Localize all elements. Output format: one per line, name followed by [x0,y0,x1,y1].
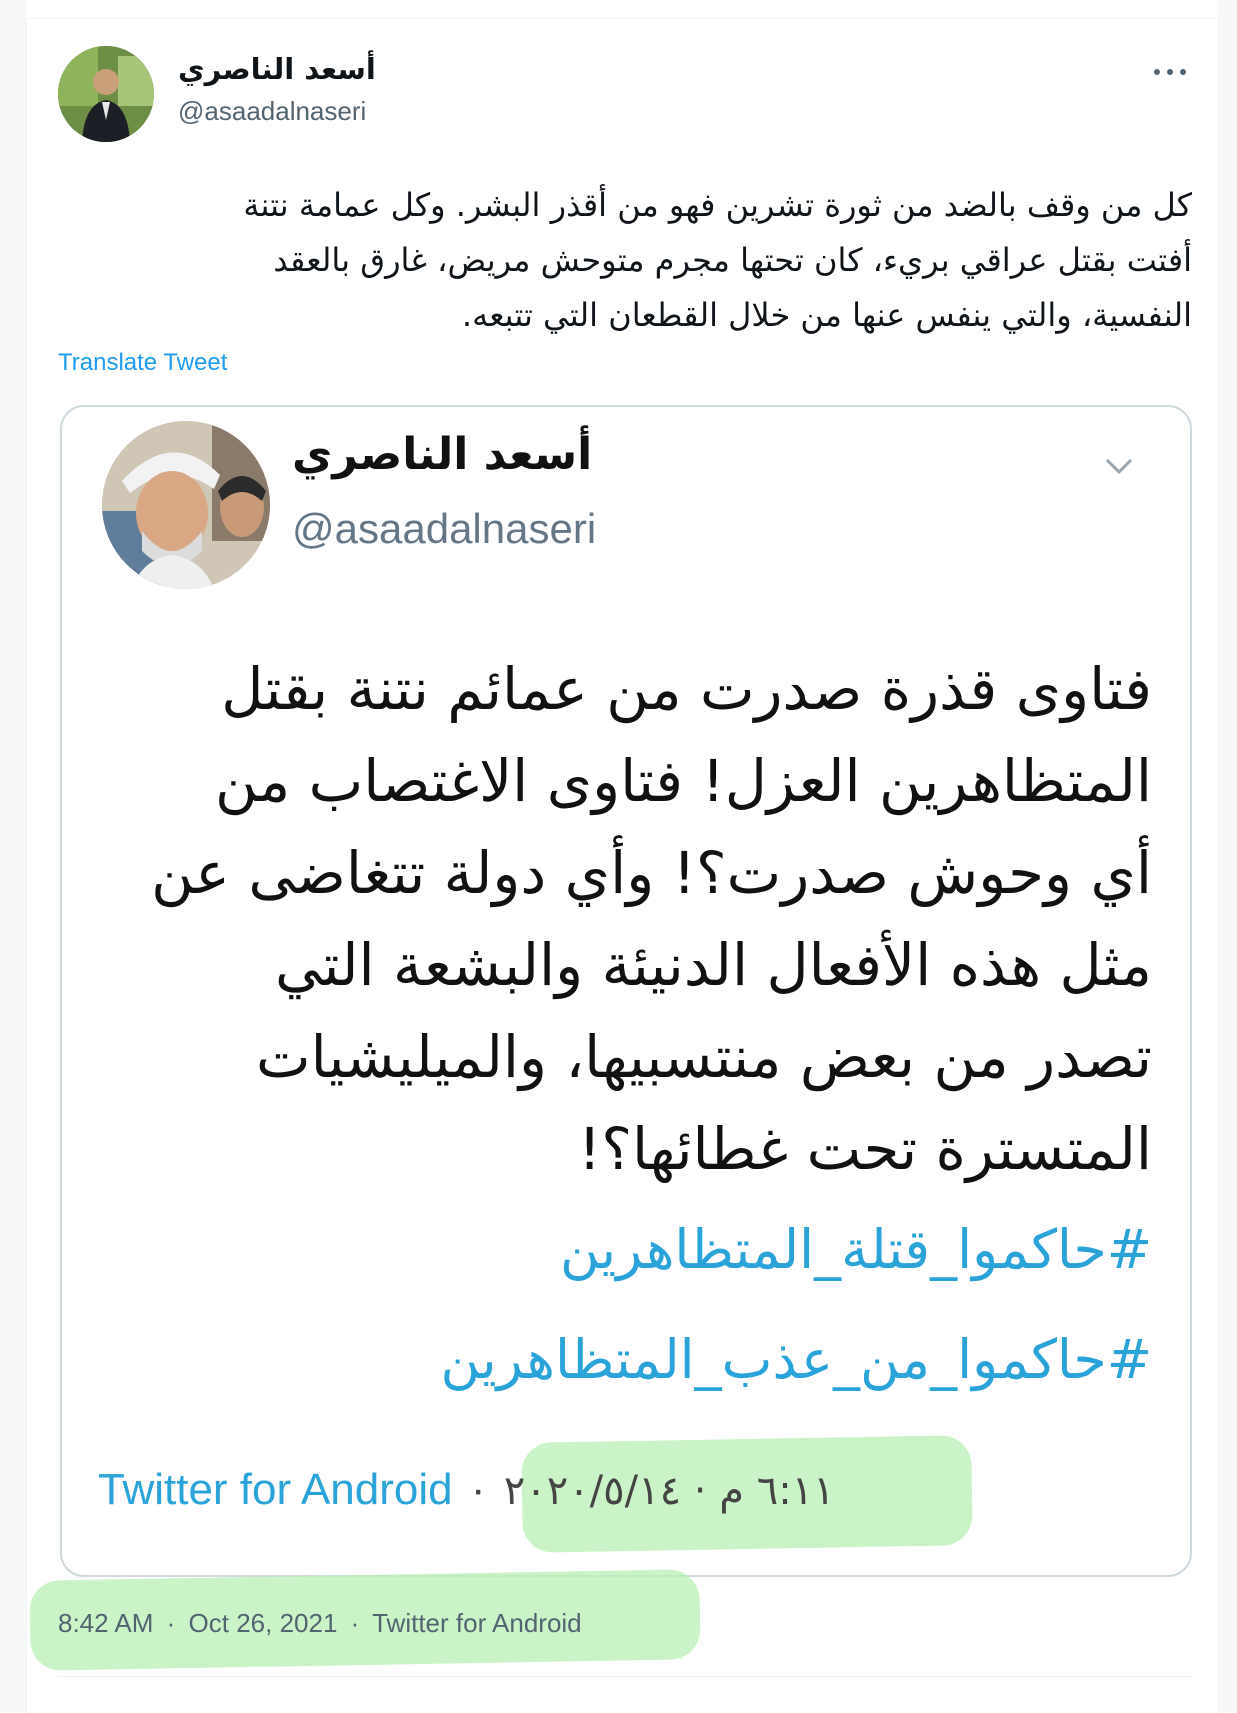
page-edge-right [1217,0,1237,1712]
author-handle[interactable]: @asaadalnaseri [178,96,366,127]
meta-separator: · [166,1608,176,1638]
meta-separator: · [350,1608,360,1638]
quoted-source-label: Twitter for Android [98,1465,453,1514]
quoted-display-name: أسعد الناصري [292,429,593,480]
quoted-body-line: المتسترة تحت غطائها؟! [577,1115,1152,1183]
quoted-body-line: المتظاهرين العزل! فتاوى الاغتصاب من [215,747,1152,815]
tweet-time[interactable]: 8:42 AM [58,1608,153,1638]
author-display-name[interactable]: أسعد الناصري [178,52,376,86]
divider [58,1676,1192,1677]
quoted-author-avatar [102,421,270,589]
tweet-meta: 8:42 AM · Oct 26, 2021 · Twitter for And… [58,1608,582,1639]
author-avatar[interactable] [58,46,154,142]
quoted-meta: Twitter for Android · ٦:١١ م · ٢٠٢٠/٥/١٤ [98,1465,835,1515]
tweet-source[interactable]: Twitter for Android [372,1608,582,1638]
tweet-text-line: أفتت بقتل عراقي بريء، كان تحتها مجرم متو… [273,241,1192,279]
more-horizontal-icon[interactable] [1150,56,1190,86]
quoted-tweet-image[interactable]: أسعد الناصري @asaadalnaseri فتاوى قذرة ص… [60,405,1192,1577]
quoted-hashtags: #حاكموا_قتلة_المتظاهرين #حاكموا_من_عذب_ا… [92,1195,1152,1415]
hashtag-link[interactable]: #حاكموا_قتلة_المتظاهرين [92,1195,1152,1305]
quoted-body-line: مثل هذه الأفعال الدنيئة والبشعة التي [274,931,1152,999]
page-edge-left [0,0,26,1712]
tweet-text-line: كل من وقف بالضد من ثورة تشرين فهو من أقذ… [243,186,1192,224]
quoted-date: ٦:١١ م · ٢٠٢٠/٥/١٤ [503,1468,835,1514]
tweet-date[interactable]: Oct 26, 2021 [189,1608,338,1638]
tweet-text-line: النفسية، والتي ينفس عنها من خلال القطعان… [461,296,1192,334]
tweet-text: كل من وقف بالضد من ثورة تشرين فهو من أقذ… [58,178,1192,343]
quoted-separator: · [470,1465,486,1514]
quoted-handle: @asaadalnaseri [292,505,597,552]
translate-tweet-link[interactable]: Translate Tweet [58,349,227,377]
quoted-body: فتاوى قذرة صدرت من عمائم نتنة بقتل المتظ… [92,643,1152,1195]
quoted-body-line: فتاوى قذرة صدرت من عمائم نتنة بقتل [221,655,1152,723]
hashtag-link[interactable]: #حاكموا_من_عذب_المتظاهرين [92,1305,1152,1415]
quoted-body-line: تصدر من بعض منتسبيها، والميليشيات [255,1023,1152,1091]
quoted-body-line: أي وحوش صدرت؟! وأي دولة تتغاضى عن [151,839,1152,907]
chevron-down-icon [1102,449,1136,483]
